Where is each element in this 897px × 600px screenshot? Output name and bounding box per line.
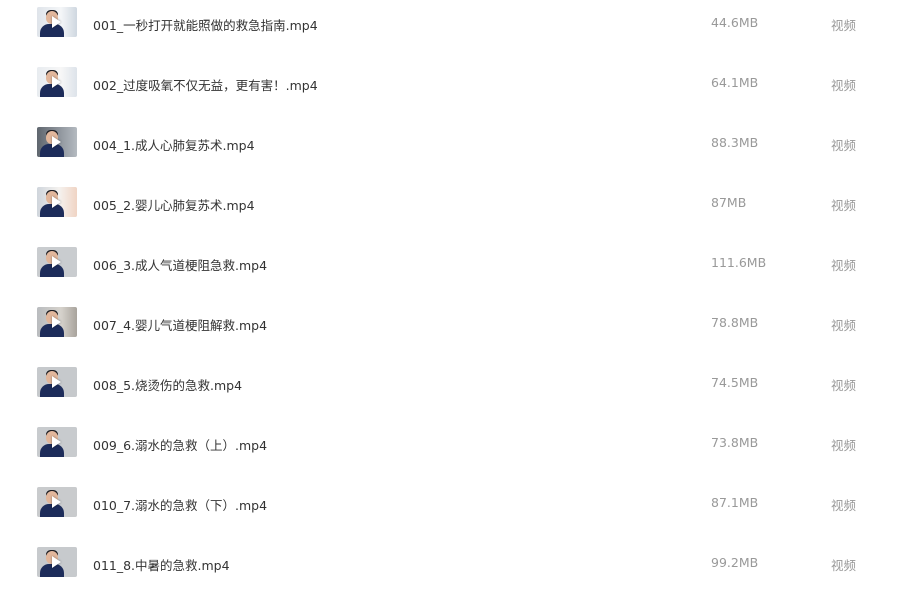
play-icon: [52, 256, 61, 268]
file-name[interactable]: 002_过度吸氧不仅无益，更有害！.mp4: [93, 75, 318, 94]
file-type: 视频: [831, 318, 857, 333]
file-name[interactable]: 009_6.溺水的急救（上）.mp4: [93, 435, 267, 454]
file-type: 视频: [831, 138, 857, 153]
file-type: 视频: [831, 198, 857, 213]
file-size: 88.3MB: [711, 135, 759, 150]
file-row[interactable]: 008_5.烧烫伤的急救.mp4 74.5MB 视频: [0, 360, 897, 420]
file-type: 视频: [831, 378, 857, 393]
file-type: 视频: [831, 438, 857, 453]
play-icon: [52, 16, 61, 28]
video-thumbnail[interactable]: [37, 307, 77, 337]
file-size: 73.8MB: [711, 435, 759, 450]
file-list: 001_一秒打开就能照做的救急指南.mp4 44.6MB 视频 002_过度吸氧…: [0, 0, 897, 586]
file-type: 视频: [831, 558, 857, 573]
file-size: 87MB: [711, 195, 747, 210]
video-thumbnail[interactable]: [37, 7, 77, 37]
video-thumbnail[interactable]: [37, 247, 77, 277]
play-icon: [52, 136, 61, 148]
file-size: 64.1MB: [711, 75, 759, 90]
file-type: 视频: [831, 18, 857, 33]
file-type: 视频: [831, 78, 857, 93]
file-size: 87.1MB: [711, 495, 759, 510]
file-name[interactable]: 004_1.成人心肺复苏术.mp4: [93, 135, 255, 154]
file-name[interactable]: 011_8.中暑的急救.mp4: [93, 555, 230, 574]
file-row[interactable]: 007_4.婴儿气道梗阻解救.mp4 78.8MB 视频: [0, 300, 897, 360]
file-size: 74.5MB: [711, 375, 759, 390]
file-type: 视频: [831, 258, 857, 273]
file-row[interactable]: 005_2.婴儿心肺复苏术.mp4 87MB 视频: [0, 180, 897, 240]
file-row[interactable]: 001_一秒打开就能照做的救急指南.mp4 44.6MB 视频: [0, 0, 897, 60]
play-icon: [52, 316, 61, 328]
video-thumbnail[interactable]: [37, 187, 77, 217]
file-size: 44.6MB: [711, 15, 759, 30]
play-icon: [52, 196, 61, 208]
play-icon: [52, 76, 61, 88]
file-size: 99.2MB: [711, 555, 759, 570]
file-name[interactable]: 007_4.婴儿气道梗阻解救.mp4: [93, 315, 267, 334]
file-row[interactable]: 004_1.成人心肺复苏术.mp4 88.3MB 视频: [0, 120, 897, 180]
video-thumbnail[interactable]: [37, 127, 77, 157]
video-thumbnail[interactable]: [37, 367, 77, 397]
play-icon: [52, 556, 61, 568]
file-row[interactable]: 010_7.溺水的急救（下）.mp4 87.1MB 视频: [0, 480, 897, 540]
video-thumbnail[interactable]: [37, 67, 77, 97]
file-type: 视频: [831, 498, 857, 513]
file-name[interactable]: 005_2.婴儿心肺复苏术.mp4: [93, 195, 255, 214]
file-name[interactable]: 010_7.溺水的急救（下）.mp4: [93, 495, 267, 514]
file-size: 111.6MB: [711, 255, 767, 270]
play-icon: [52, 376, 61, 388]
file-size: 78.8MB: [711, 315, 759, 330]
file-row[interactable]: 009_6.溺水的急救（上）.mp4 73.8MB 视频: [0, 420, 897, 480]
video-thumbnail[interactable]: [37, 547, 77, 577]
video-thumbnail[interactable]: [37, 427, 77, 457]
video-thumbnail[interactable]: [37, 487, 77, 517]
file-row[interactable]: 006_3.成人气道梗阻急救.mp4 111.6MB 视频: [0, 240, 897, 300]
play-icon: [52, 436, 61, 448]
file-name[interactable]: 001_一秒打开就能照做的救急指南.mp4: [93, 15, 318, 34]
play-icon: [52, 496, 61, 508]
file-name[interactable]: 008_5.烧烫伤的急救.mp4: [93, 375, 242, 394]
file-name[interactable]: 006_3.成人气道梗阻急救.mp4: [93, 255, 267, 274]
file-row[interactable]: 011_8.中暑的急救.mp4 99.2MB 视频: [0, 540, 897, 600]
file-row[interactable]: 002_过度吸氧不仅无益，更有害！.mp4 64.1MB 视频: [0, 60, 897, 120]
